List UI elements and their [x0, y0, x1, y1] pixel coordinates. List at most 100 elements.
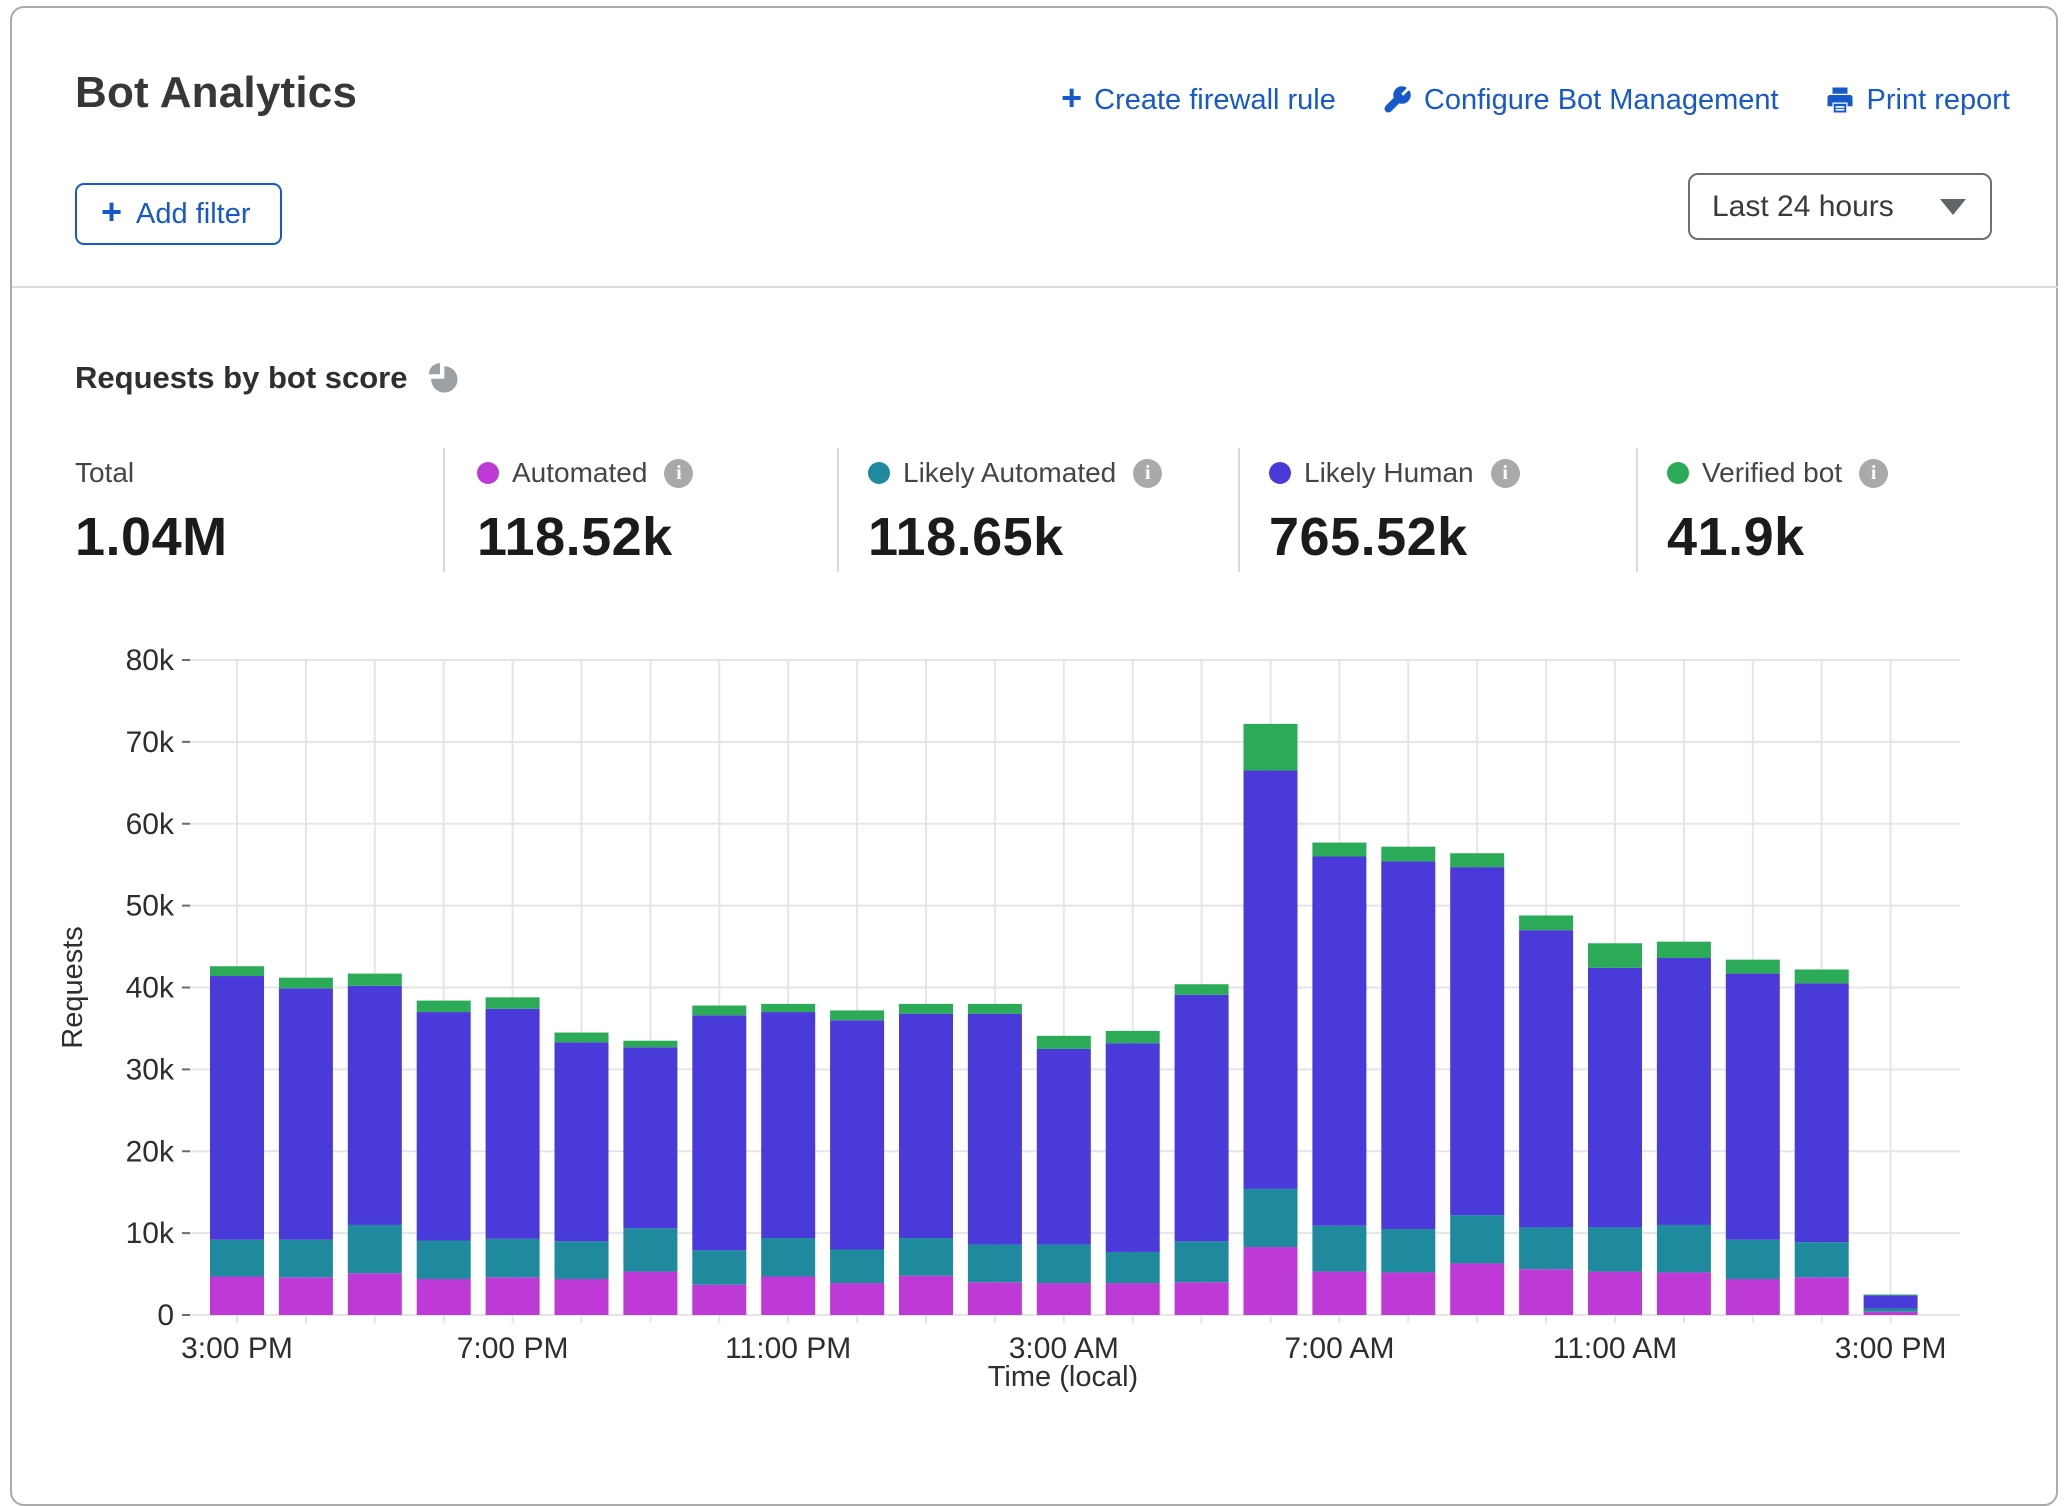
bar-segment-automated[interactable] [1175, 1282, 1229, 1315]
info-icon[interactable]: i [1133, 459, 1162, 488]
bar-segment-automated[interactable] [1588, 1272, 1642, 1315]
bar-segment-likely-automated[interactable] [1175, 1241, 1229, 1282]
bar-segment-likely-automated[interactable] [899, 1238, 953, 1276]
bar-segment-likely-automated[interactable] [692, 1250, 746, 1284]
bar-segment-automated[interactable] [623, 1272, 677, 1315]
bar-segment-likely-human[interactable] [761, 1012, 815, 1238]
bar-segment-automated[interactable] [279, 1277, 333, 1315]
bar-segment-automated[interactable] [1657, 1272, 1711, 1315]
bar-segment-automated[interactable] [210, 1277, 264, 1315]
bar-segment-likely-automated[interactable] [417, 1240, 471, 1278]
bar-segment-verified-bot[interactable] [1726, 960, 1780, 974]
bar-segment-likely-human[interactable] [210, 976, 264, 1240]
bar-segment-verified-bot[interactable] [1588, 943, 1642, 968]
bar-segment-likely-human[interactable] [1175, 995, 1229, 1241]
bar-segment-verified-bot[interactable] [1864, 1295, 1918, 1296]
bar-segment-likely-human[interactable] [830, 1020, 884, 1249]
bar-segment-verified-bot[interactable] [1106, 1031, 1160, 1043]
bar-segment-automated[interactable] [1244, 1247, 1298, 1315]
bar-segment-automated[interactable] [692, 1285, 746, 1315]
bar-segment-likely-human[interactable] [692, 1015, 746, 1250]
bar-segment-verified-bot[interactable] [1795, 969, 1849, 983]
bar-segment-likely-automated[interactable] [1864, 1308, 1918, 1311]
bar-segment-automated[interactable] [1312, 1272, 1366, 1315]
bar-segment-automated[interactable] [555, 1279, 609, 1315]
info-icon[interactable]: i [1859, 459, 1888, 488]
bar-segment-likely-human[interactable] [1864, 1295, 1918, 1308]
bar-segment-automated[interactable] [348, 1273, 402, 1315]
bar-segment-likely-automated[interactable] [1244, 1189, 1298, 1247]
stat-verified-bot[interactable]: Verified bot i 41.9k [1667, 456, 1888, 568]
bar-segment-likely-automated[interactable] [486, 1239, 540, 1277]
bar-segment-verified-bot[interactable] [761, 1004, 815, 1012]
bar-segment-likely-automated[interactable] [279, 1240, 333, 1278]
bar-segment-likely-automated[interactable] [1795, 1242, 1849, 1277]
bar-segment-verified-bot[interactable] [417, 1001, 471, 1012]
bar-segment-automated[interactable] [1381, 1272, 1435, 1315]
create-firewall-rule-link[interactable]: + Create firewall rule [1061, 82, 1336, 118]
bar-segment-likely-human[interactable] [279, 988, 333, 1239]
bar-segment-verified-bot[interactable] [1657, 942, 1711, 958]
bar-segment-likely-human[interactable] [1657, 958, 1711, 1225]
bar-segment-verified-bot[interactable] [1312, 843, 1366, 857]
bar-segment-likely-automated[interactable] [1519, 1227, 1573, 1269]
bar-segment-likely-human[interactable] [968, 1014, 1022, 1245]
bar-segment-likely-automated[interactable] [968, 1245, 1022, 1283]
bar-segment-likely-human[interactable] [1588, 968, 1642, 1228]
bar-segment-verified-bot[interactable] [555, 1033, 609, 1043]
bar-segment-likely-human[interactable] [486, 1009, 540, 1239]
print-report-link[interactable]: Print report [1825, 84, 2010, 117]
bar-segment-verified-bot[interactable] [830, 1010, 884, 1020]
bar-segment-automated[interactable] [1450, 1263, 1504, 1315]
bar-segment-likely-automated[interactable] [210, 1240, 264, 1277]
bar-segment-verified-bot[interactable] [1450, 853, 1504, 867]
bar-segment-likely-human[interactable] [1795, 983, 1849, 1242]
bar-segment-likely-automated[interactable] [555, 1241, 609, 1279]
bar-segment-automated[interactable] [830, 1283, 884, 1315]
bar-segment-verified-bot[interactable] [1037, 1036, 1091, 1049]
bar-segment-automated[interactable] [1519, 1269, 1573, 1315]
bar-segment-likely-human[interactable] [1381, 861, 1435, 1229]
bar-segment-automated[interactable] [899, 1276, 953, 1315]
bar-segment-verified-bot[interactable] [692, 1006, 746, 1016]
bar-segment-automated[interactable] [1864, 1312, 1918, 1315]
bar-segment-automated[interactable] [417, 1279, 471, 1315]
bar-segment-likely-human[interactable] [1519, 930, 1573, 1227]
bar-segment-likely-automated[interactable] [1381, 1229, 1435, 1272]
info-icon[interactable]: i [664, 459, 693, 488]
bar-segment-automated[interactable] [1037, 1283, 1091, 1315]
bar-segment-verified-bot[interactable] [899, 1004, 953, 1014]
bar-segment-automated[interactable] [761, 1277, 815, 1315]
bar-segment-likely-human[interactable] [1106, 1043, 1160, 1252]
bar-segment-likely-human[interactable] [1244, 771, 1298, 1189]
bar-segment-verified-bot[interactable] [348, 974, 402, 986]
bar-segment-verified-bot[interactable] [279, 978, 333, 989]
bar-segment-likely-automated[interactable] [1657, 1225, 1711, 1272]
bar-segment-likely-automated[interactable] [1450, 1215, 1504, 1263]
stat-likely-human[interactable]: Likely Human i 765.52k [1269, 456, 1520, 568]
stat-likely-automated[interactable]: Likely Automated i 118.65k [868, 456, 1162, 568]
bar-segment-verified-bot[interactable] [1519, 915, 1573, 930]
add-filter-button[interactable]: + Add filter [75, 183, 282, 245]
bar-segment-likely-human[interactable] [417, 1012, 471, 1240]
bar-segment-likely-human[interactable] [1726, 974, 1780, 1240]
bar-segment-likely-automated[interactable] [1312, 1226, 1366, 1272]
bar-segment-automated[interactable] [486, 1277, 540, 1315]
bar-segment-verified-bot[interactable] [1175, 984, 1229, 995]
bar-segment-verified-bot[interactable] [623, 1041, 677, 1048]
bar-segment-likely-automated[interactable] [761, 1238, 815, 1276]
bar-segment-likely-automated[interactable] [1726, 1240, 1780, 1279]
bar-segment-automated[interactable] [1106, 1283, 1160, 1315]
bar-segment-likely-automated[interactable] [623, 1228, 677, 1271]
bar-segment-verified-bot[interactable] [210, 966, 264, 976]
bar-segment-likely-automated[interactable] [830, 1250, 884, 1284]
bar-segment-automated[interactable] [1795, 1277, 1849, 1315]
bar-segment-automated[interactable] [1726, 1279, 1780, 1315]
bar-segment-likely-human[interactable] [1037, 1049, 1091, 1245]
stat-automated[interactable]: Automated i 118.52k [477, 456, 693, 568]
bar-segment-verified-bot[interactable] [486, 997, 540, 1008]
bar-segment-likely-automated[interactable] [1588, 1227, 1642, 1271]
bar-segment-likely-human[interactable] [555, 1042, 609, 1241]
bar-segment-likely-automated[interactable] [348, 1225, 402, 1273]
bar-segment-likely-human[interactable] [1450, 867, 1504, 1215]
